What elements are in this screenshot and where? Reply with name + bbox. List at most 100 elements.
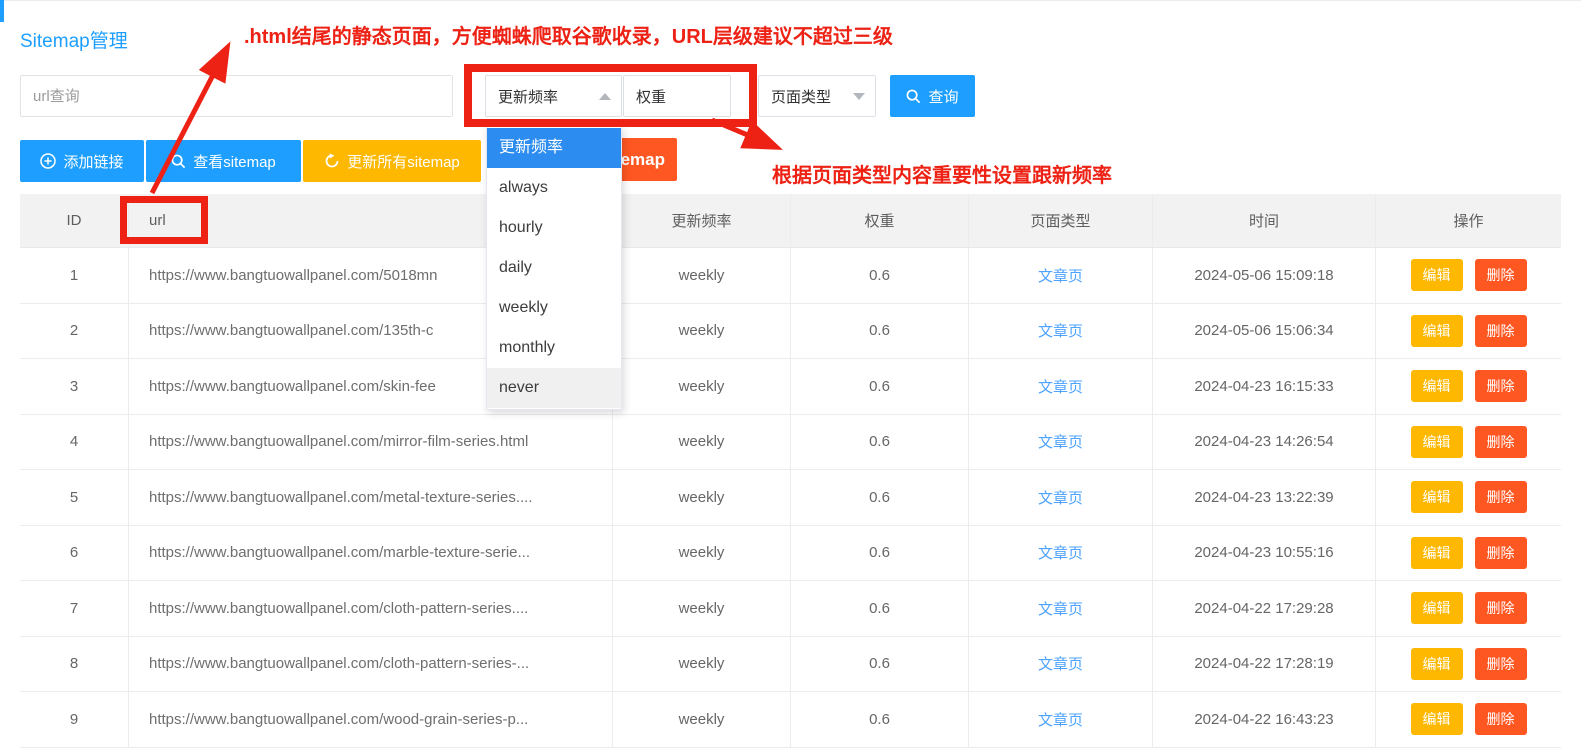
delete-button[interactable]: 删除 bbox=[1475, 481, 1527, 513]
row-id-cell: 1 bbox=[20, 248, 128, 303]
page-type-select-label: 页面类型 bbox=[771, 86, 853, 107]
edit-button[interactable]: 编辑 bbox=[1411, 592, 1463, 624]
url-search-input[interactable] bbox=[20, 75, 453, 117]
row-time-cell: 2024-04-23 16:15:33 bbox=[1152, 359, 1375, 414]
row-pagetype-cell: 文章页 bbox=[968, 304, 1152, 359]
edit-button[interactable]: 编辑 bbox=[1411, 259, 1463, 291]
refresh-icon bbox=[324, 153, 340, 169]
column-header: 时间 bbox=[1152, 194, 1375, 247]
table-body: 1https://www.bangtuowallpanel.com/5018mn… bbox=[20, 248, 1561, 748]
page-type-link[interactable]: 文章页 bbox=[1038, 542, 1083, 563]
edit-button[interactable]: 编辑 bbox=[1411, 370, 1463, 402]
row-weight-cell: 0.6 bbox=[790, 581, 968, 636]
row-weight-cell: 0.6 bbox=[790, 470, 968, 525]
table-row: 4https://www.bangtuowallpanel.com/mirror… bbox=[20, 415, 1561, 471]
edit-button[interactable]: 编辑 bbox=[1411, 315, 1463, 347]
row-pagetype-cell: 文章页 bbox=[968, 470, 1152, 525]
table-header-row: IDurl更新频率权重页面类型时间操作 bbox=[20, 194, 1561, 248]
row-url-cell: https://www.bangtuowallpanel.com/metal-t… bbox=[128, 470, 612, 525]
page-type-link[interactable]: 文章页 bbox=[1038, 431, 1083, 452]
delete-button[interactable]: 删除 bbox=[1475, 537, 1527, 569]
row-frequency-cell: weekly bbox=[612, 692, 790, 747]
row-pagetype-cell: 文章页 bbox=[968, 637, 1152, 692]
row-actions-cell: 编辑删除 bbox=[1375, 637, 1561, 692]
column-header: 页面类型 bbox=[968, 194, 1152, 247]
delete-button[interactable]: 删除 bbox=[1475, 259, 1527, 291]
page-type-link[interactable]: 文章页 bbox=[1038, 320, 1083, 341]
delete-button[interactable]: 删除 bbox=[1475, 592, 1527, 624]
edit-button[interactable]: 编辑 bbox=[1411, 648, 1463, 680]
sitemap-admin-page: Sitemap管理 .html结尾的静态页面，方便蜘蛛爬取谷歌收录，URL层级建… bbox=[0, 0, 1581, 754]
row-weight-cell: 0.6 bbox=[790, 359, 968, 414]
row-time-cell: 2024-04-22 17:29:28 bbox=[1152, 581, 1375, 636]
page-type-select[interactable]: 页面类型 bbox=[758, 75, 876, 117]
view-sitemap-button[interactable]: 查看sitemap bbox=[146, 140, 301, 182]
magnifier-icon bbox=[171, 154, 186, 169]
dropdown-option[interactable]: never bbox=[487, 368, 621, 408]
weight-select-label: 权重 bbox=[636, 86, 720, 107]
row-frequency-cell: weekly bbox=[612, 526, 790, 581]
caret-up-icon bbox=[599, 93, 611, 100]
row-url-cell: https://www.bangtuowallpanel.com/mirror-… bbox=[128, 415, 612, 470]
table-row: 5https://www.bangtuowallpanel.com/metal-… bbox=[20, 470, 1561, 526]
column-header: ID bbox=[20, 194, 128, 247]
row-frequency-cell: weekly bbox=[612, 637, 790, 692]
delete-button[interactable]: 删除 bbox=[1475, 315, 1527, 347]
dropdown-option[interactable]: weekly bbox=[487, 288, 621, 328]
row-id-cell: 3 bbox=[20, 359, 128, 414]
delete-button[interactable]: 删除 bbox=[1475, 648, 1527, 680]
add-link-button[interactable]: 添加链接 bbox=[20, 140, 144, 182]
row-url-cell: https://www.bangtuowallpanel.com/marble-… bbox=[128, 526, 612, 581]
row-time-cell: 2024-04-23 10:55:16 bbox=[1152, 526, 1375, 581]
row-actions-cell: 编辑删除 bbox=[1375, 526, 1561, 581]
delete-button[interactable]: 删除 bbox=[1475, 703, 1527, 735]
row-actions-cell: 编辑删除 bbox=[1375, 359, 1561, 414]
column-header: 操作 bbox=[1375, 194, 1561, 247]
table-row: 8https://www.bangtuowallpanel.com/cloth-… bbox=[20, 637, 1561, 693]
page-type-link[interactable]: 文章页 bbox=[1038, 487, 1083, 508]
row-id-cell: 8 bbox=[20, 637, 128, 692]
delete-button[interactable]: 删除 bbox=[1475, 426, 1527, 458]
query-button[interactable]: 查询 bbox=[890, 75, 975, 117]
row-weight-cell: 0.6 bbox=[790, 248, 968, 303]
page-type-link[interactable]: 文章页 bbox=[1038, 598, 1083, 619]
row-time-cell: 2024-04-23 13:22:39 bbox=[1152, 470, 1375, 525]
row-frequency-cell: weekly bbox=[612, 304, 790, 359]
table-row: 2https://www.bangtuowallpanel.com/135th-… bbox=[20, 304, 1561, 360]
page-type-link[interactable]: 文章页 bbox=[1038, 376, 1083, 397]
edit-button[interactable]: 编辑 bbox=[1411, 426, 1463, 458]
row-weight-cell: 0.6 bbox=[790, 637, 968, 692]
frequency-select-label: 更新频率 bbox=[498, 86, 599, 107]
edit-button[interactable]: 编辑 bbox=[1411, 703, 1463, 735]
edit-button[interactable]: 编辑 bbox=[1411, 481, 1463, 513]
dropdown-option[interactable]: hourly bbox=[487, 208, 621, 248]
dropdown-option[interactable]: always bbox=[487, 168, 621, 208]
row-pagetype-cell: 文章页 bbox=[968, 526, 1152, 581]
row-actions-cell: 编辑删除 bbox=[1375, 470, 1561, 525]
row-frequency-cell: weekly bbox=[612, 359, 790, 414]
row-id-cell: 4 bbox=[20, 415, 128, 470]
page-type-link[interactable]: 文章页 bbox=[1038, 653, 1083, 674]
frequency-select[interactable]: 更新频率 bbox=[485, 75, 622, 117]
dropdown-option[interactable]: monthly bbox=[487, 328, 621, 368]
table-row: 7https://www.bangtuowallpanel.com/cloth-… bbox=[20, 581, 1561, 637]
row-weight-cell: 0.6 bbox=[790, 692, 968, 747]
row-actions-cell: 编辑删除 bbox=[1375, 581, 1561, 636]
title-accent-bar bbox=[0, 0, 4, 22]
row-pagetype-cell: 文章页 bbox=[968, 248, 1152, 303]
top-divider bbox=[0, 0, 1581, 1]
weight-select[interactable]: 权重 bbox=[623, 75, 731, 117]
column-header: 权重 bbox=[790, 194, 968, 247]
table-row: 3https://www.bangtuowallpanel.com/skin-f… bbox=[20, 359, 1561, 415]
delete-button[interactable]: 删除 bbox=[1475, 370, 1527, 402]
row-weight-cell: 0.6 bbox=[790, 526, 968, 581]
update-all-sitemap-button[interactable]: 更新所有sitemap bbox=[303, 140, 481, 182]
edit-button[interactable]: 编辑 bbox=[1411, 537, 1463, 569]
dropdown-option[interactable]: 更新频率 bbox=[487, 128, 621, 168]
page-type-link[interactable]: 文章页 bbox=[1038, 265, 1083, 286]
dropdown-option[interactable]: daily bbox=[487, 248, 621, 288]
page-type-link[interactable]: 文章页 bbox=[1038, 709, 1083, 730]
row-url-cell: https://www.bangtuowallpanel.com/cloth-p… bbox=[128, 581, 612, 636]
plus-circle-icon bbox=[40, 153, 56, 169]
row-id-cell: 9 bbox=[20, 692, 128, 747]
